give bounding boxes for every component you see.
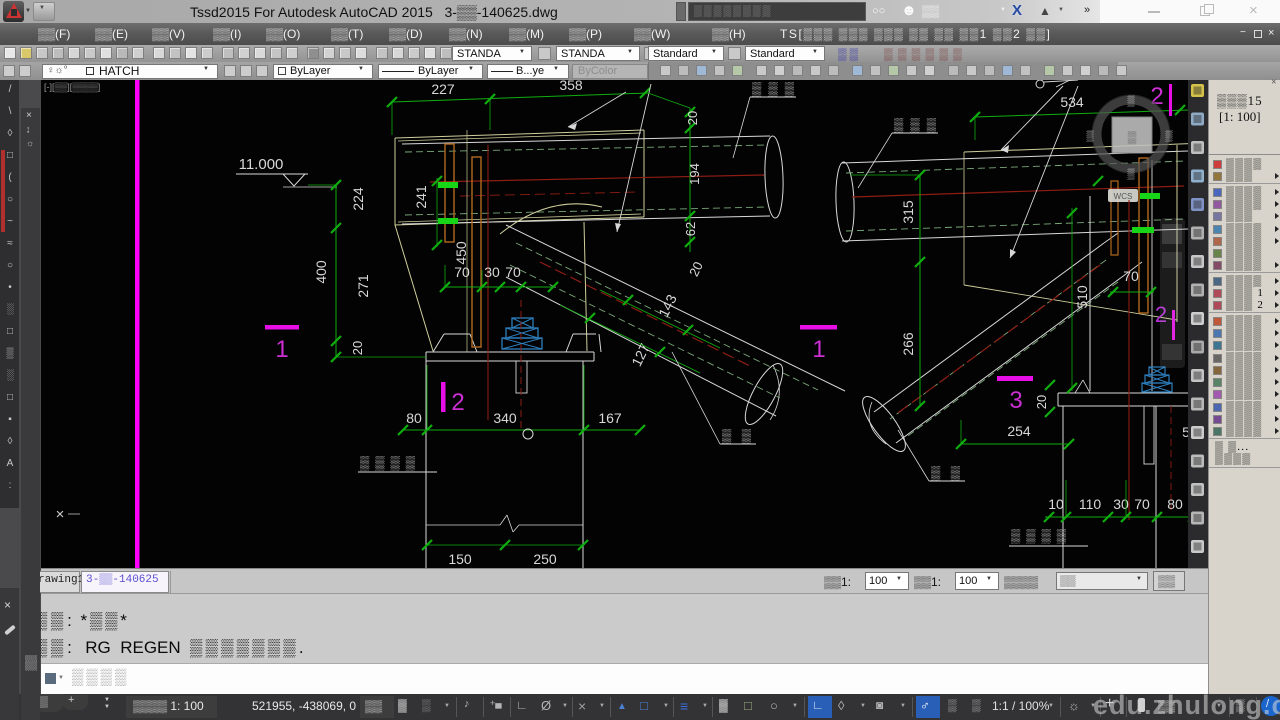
svg-text:▒: ▒ [1165, 130, 1173, 142]
svg-text:271: 271 [355, 274, 371, 298]
svg-text:241: 241 [413, 185, 429, 209]
svg-text:70: 70 [505, 264, 521, 280]
svg-text:1: 1 [812, 336, 825, 363]
svg-text:150: 150 [448, 551, 472, 567]
svg-text:2: 2 [451, 389, 464, 416]
svg-text:WCS: WCS [1114, 192, 1133, 201]
svg-text:167: 167 [598, 410, 622, 426]
svg-text:3: 3 [1009, 387, 1022, 414]
svg-text:227: 227 [431, 81, 455, 97]
svg-text:10: 10 [1048, 496, 1064, 512]
svg-text:266: 266 [900, 332, 916, 356]
svg-text:70: 70 [1123, 268, 1139, 284]
svg-text:224: 224 [350, 187, 366, 211]
svg-text:70: 70 [454, 264, 470, 280]
svg-text:11.000: 11.000 [239, 156, 284, 173]
svg-text:[-][▒▒][▒▒▒▒]: [-][▒▒][▒▒▒▒] [44, 82, 100, 93]
svg-text:80: 80 [406, 410, 422, 426]
svg-text:▒: ▒ [1127, 95, 1135, 107]
svg-text:80: 80 [1167, 496, 1183, 512]
svg-text:×: × [56, 506, 65, 523]
svg-text:20: 20 [1034, 395, 1049, 409]
svg-text:510: 510 [1074, 285, 1090, 309]
svg-text:▒: ▒ [1086, 130, 1094, 142]
svg-text:30: 30 [484, 264, 500, 280]
svg-text:110: 110 [1079, 496, 1102, 512]
svg-text:1: 1 [275, 336, 288, 363]
svg-text:▒: ▒ [1127, 168, 1135, 180]
svg-text:62: 62 [683, 222, 698, 236]
svg-text:358: 358 [559, 80, 583, 93]
svg-text:340: 340 [493, 410, 517, 426]
svg-text:450: 450 [453, 241, 469, 265]
svg-text:250: 250 [533, 551, 557, 567]
svg-text:315: 315 [900, 200, 916, 224]
svg-text:▒▒▒: ▒▒▒ [752, 81, 795, 97]
svg-text:194: 194 [687, 163, 702, 185]
svg-text:20: 20 [685, 111, 700, 125]
svg-text:70: 70 [1134, 496, 1150, 512]
svg-text:▒: ▒ [1128, 130, 1137, 144]
svg-text:254: 254 [1007, 423, 1031, 439]
svg-text:20: 20 [350, 341, 365, 355]
svg-text:30: 30 [1113, 496, 1129, 512]
svg-text:▒▒▒: ▒▒▒ [894, 117, 937, 133]
svg-text:400: 400 [313, 260, 329, 284]
